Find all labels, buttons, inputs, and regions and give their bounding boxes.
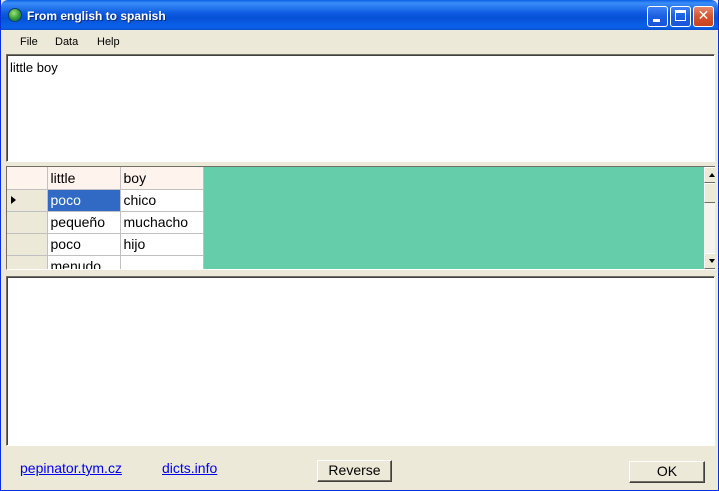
row-indicator[interactable] [7,189,48,212]
grid-cell[interactable] [120,255,204,269]
grid-corner-cell [7,167,48,190]
scroll-up-button[interactable] [704,167,715,183]
grid-cell[interactable]: pequeño [47,211,121,234]
maximize-icon [675,10,686,21]
minimize-icon [653,19,660,22]
grid-header-cell[interactable]: boy [120,167,204,190]
grid-header-cell[interactable]: little [47,167,121,190]
grid-cell[interactable]: muchacho [120,211,204,234]
menu-file[interactable]: File [20,36,38,48]
grid-cell[interactable]: chico [120,189,204,212]
grid-cell[interactable]: poco [47,233,121,256]
grid-table: little boy poco chico pequeño muchacho p… [7,167,204,269]
title-bar[interactable]: From english to spanish ✕ [1,0,718,30]
menu-bar: File Data Help [1,30,718,52]
menu-help[interactable]: Help [97,36,120,48]
close-icon: ✕ [697,8,710,24]
globe-icon [8,8,22,22]
grid-header-row: little boy [7,167,204,190]
minimize-button[interactable] [647,6,668,27]
scroll-thumb[interactable] [704,183,715,203]
dicts-info-link[interactable]: dicts.info [162,460,217,476]
grid-vertical-scrollbar[interactable] [704,167,715,269]
grid-row[interactable]: menudo [7,255,204,269]
close-button[interactable]: ✕ [693,6,714,27]
scroll-down-button[interactable] [704,253,715,269]
row-indicator[interactable] [7,211,48,234]
grid-row[interactable]: poco chico [7,189,204,212]
menu-data[interactable]: Data [55,36,78,48]
pepinator-link[interactable]: pepinator.tym.cz [20,460,122,476]
row-indicator[interactable] [7,233,48,256]
grid-cell[interactable]: menudo [47,255,121,269]
row-indicator[interactable] [7,255,48,269]
ok-button[interactable]: OK [629,461,705,483]
reverse-button[interactable]: Reverse [317,460,392,482]
chevron-up-icon [709,173,715,177]
grid-row[interactable]: pequeño muchacho [7,211,204,234]
maximize-button[interactable] [670,6,691,27]
app-window: From english to spanish ✕ File Data Help… [0,0,719,491]
grid-row[interactable]: poco hijo [7,233,204,256]
chevron-down-icon [709,259,715,263]
input-textarea[interactable]: little boy [6,54,715,162]
input-text: little boy [10,60,58,75]
arrow-right-icon [11,195,16,204]
grid-cell[interactable]: hijo [120,233,204,256]
translation-grid[interactable]: little boy poco chico pequeño muchacho p… [6,166,715,270]
grid-cell[interactable]: poco [47,189,121,212]
output-textarea[interactable] [6,276,715,446]
window-title: From english to spanish [27,9,166,23]
